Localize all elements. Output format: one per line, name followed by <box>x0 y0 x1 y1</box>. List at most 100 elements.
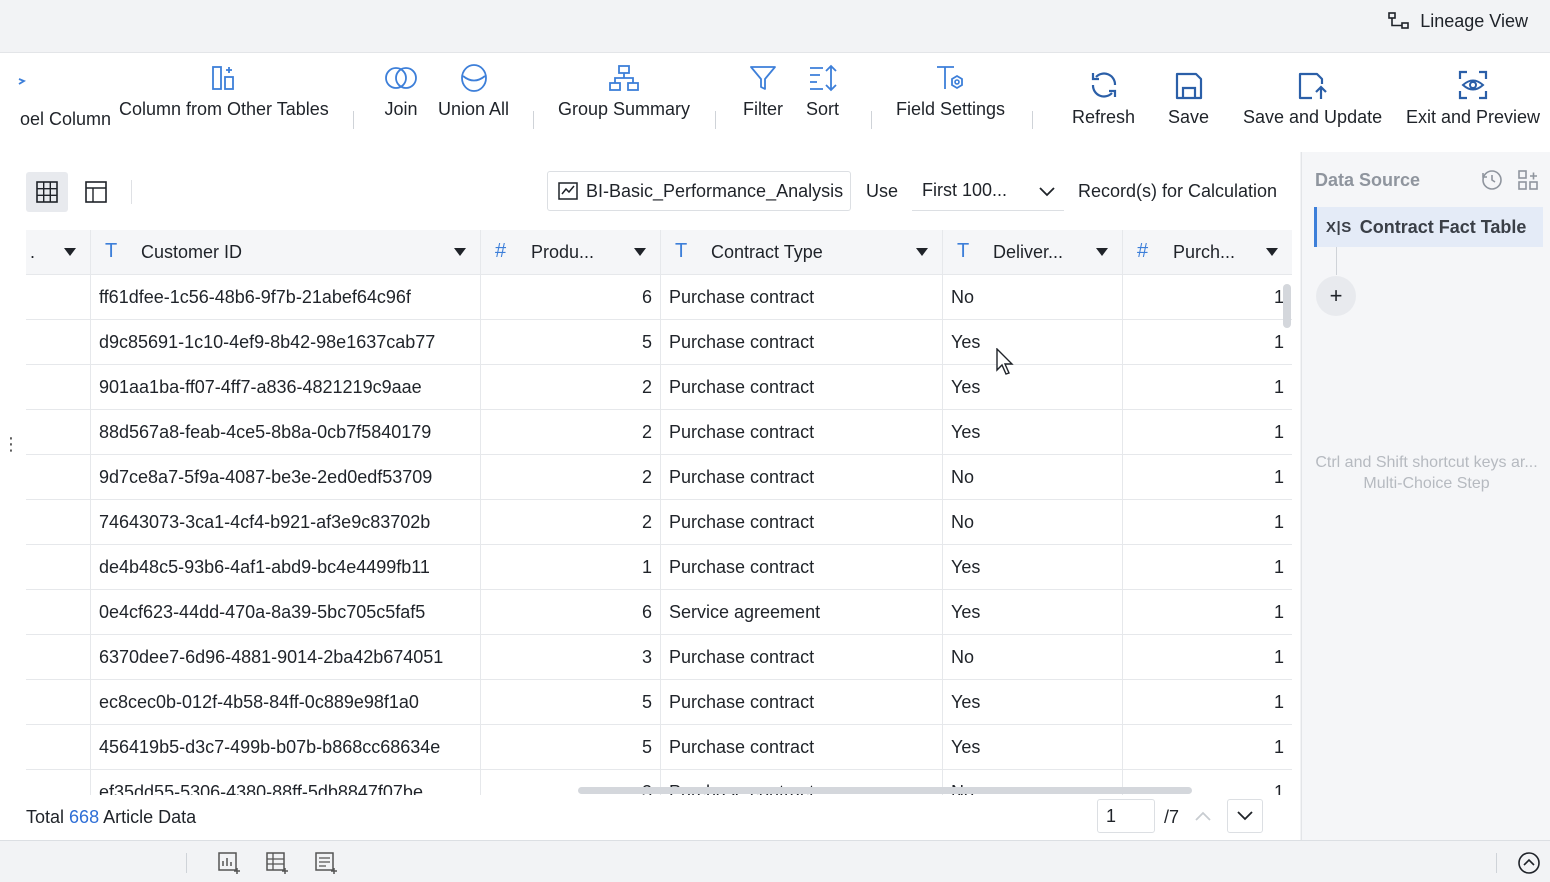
cell-partial <box>26 545 91 590</box>
excel-source-icon: X|S <box>1326 218 1352 236</box>
table-row[interactable]: 901aa1ba-ff07-4ff7-a836-4821219c9aae 2 Pur… <box>26 365 1292 410</box>
data-table: . T Customer ID # Produ... T Contract Ty… <box>26 230 1292 795</box>
history-icon[interactable] <box>1480 168 1504 192</box>
cell-customer-id: 88d567a8-feab-4ce5-8b8a-0cb7f5840179 <box>91 410 481 455</box>
refresh-label: Refresh <box>1072 107 1136 127</box>
records-select[interactable]: First 100... <box>912 171 1064 211</box>
save-button[interactable]: Save <box>1168 71 1209 128</box>
use-label: Use <box>866 181 899 201</box>
exit-and-preview-button[interactable]: Exit and Preview <box>1406 69 1540 128</box>
save-and-update-button[interactable]: Save and Update <box>1243 71 1382 128</box>
column-menu-icon[interactable] <box>916 248 928 256</box>
collapse-up-icon[interactable] <box>1517 851 1541 875</box>
dataset-selector[interactable]: BI-Basic_Performance_Analysis <box>547 171 851 211</box>
add-report-icon[interactable] <box>314 851 338 875</box>
union-all-label: Union All <box>438 99 510 119</box>
column-header-contract-type[interactable]: T Contract Type <box>661 230 943 275</box>
cell-partial <box>26 770 91 795</box>
column-from-other-tables-icon <box>211 66 234 90</box>
table-header: . T Customer ID # Produ... T Contract Ty… <box>26 230 1292 275</box>
step-contract-fact-table[interactable]: X|S Contract Fact Table <box>1314 207 1543 247</box>
table-row[interactable]: ff61dfee-1c56-48b6-9f7b-21abef64c96f 6 Pur… <box>26 275 1292 320</box>
label-column-tool[interactable]: oel Column <box>20 109 111 130</box>
table-row[interactable]: 88d567a8-feab-4ce5-8b8a-0cb7f5840179 2 Pur… <box>26 410 1292 455</box>
cell-contract-type: Purchase contract <box>661 680 943 725</box>
table-row[interactable]: 6370dee7-6d96-4881-9014-2ba42b674051 3 Pur… <box>26 635 1292 680</box>
page-number-input[interactable]: 1 <box>1097 799 1155 833</box>
field-settings-tool[interactable]: Field Settings <box>896 63 1005 120</box>
prev-page-button[interactable] <box>1185 799 1221 833</box>
grid-view-button[interactable] <box>26 172 68 212</box>
structure-view-button[interactable] <box>75 172 117 212</box>
column-header-partial[interactable]: . <box>26 230 91 275</box>
lineage-view-button[interactable]: Lineage View <box>1388 10 1528 32</box>
horizontal-scrollbar[interactable] <box>578 787 1192 794</box>
sort-label: Sort <box>806 99 840 119</box>
text-type-icon: T <box>957 240 970 262</box>
filter-tool[interactable]: Filter <box>743 63 783 120</box>
shortcut-hint: Ctrl and Shift shortcut keys ar... Multi… <box>1315 454 1538 492</box>
cell-contract-type: Purchase contract <box>661 410 943 455</box>
column-from-other-tables-tool[interactable]: Column from Other Tables <box>119 63 329 120</box>
cell-product: 5 <box>481 725 661 770</box>
cell-customer-id: 456419b5-d3c7-499b-b07b-b868cc68634e <box>91 725 481 770</box>
vertical-scrollbar[interactable] <box>1283 284 1291 328</box>
label-column-label: oel Column <box>20 109 112 129</box>
exit-and-preview-label: Exit and Preview <box>1406 107 1541 127</box>
table-row[interactable]: 74643073-3ca1-4cf4-b921-af3e9c83702b 2 Pur… <box>26 500 1292 545</box>
save-and-update-label: Save and Update <box>1243 107 1383 127</box>
cell-partial <box>26 320 91 365</box>
column-menu-icon[interactable] <box>454 248 466 256</box>
column-menu-icon[interactable] <box>64 248 76 256</box>
refresh-icon <box>1091 72 1116 98</box>
table-row[interactable]: d9c85691-1c10-4ef9-8b42-98e1637cab77 5 Pur… <box>26 320 1292 365</box>
cell-partial <box>26 500 91 545</box>
page-total: /7 <box>1164 807 1180 827</box>
layout-switch-icon[interactable] <box>1516 168 1540 192</box>
sort-tool[interactable]: Sort <box>806 63 839 120</box>
bottom-separator <box>186 853 187 873</box>
column-header-customer-id[interactable]: T Customer ID <box>91 230 481 275</box>
cell-contract-type: Purchase contract <box>661 545 943 590</box>
table-row[interactable]: 0e4cf623-44dd-470a-8a39-5bc705c5faf5 6 Ser… <box>26 590 1292 635</box>
cell-customer-id: 901aa1ba-ff07-4ff7-a836-4821219c9aae <box>91 365 481 410</box>
table-row[interactable]: de4b48c5-93b6-4af1-abd9-bc4e4499fb11 1 Pur… <box>26 545 1292 590</box>
cell-product: 3 <box>481 635 661 680</box>
field-settings-icon <box>936 66 963 90</box>
dataset-name: BI-Basic_Performance_Analysis <box>586 180 844 201</box>
cell-customer-id: ff61dfee-1c56-48b6-9f7b-21abef64c96f <box>91 275 481 320</box>
refresh-button[interactable]: Refresh <box>1072 69 1135 128</box>
chevron-down-icon <box>1039 187 1055 197</box>
save-label: Save <box>1168 107 1210 127</box>
cell-purchase: 1 <box>1273 332 1284 352</box>
column-menu-icon[interactable] <box>1096 248 1108 256</box>
cell-purchase: 1 <box>1273 602 1284 622</box>
formula-tool-partial[interactable] <box>18 63 26 99</box>
cell-delivered: No <box>943 635 1123 680</box>
exit-and-preview-icon <box>1458 70 1488 100</box>
drag-handle-icon[interactable]: ⋮ <box>2 434 20 455</box>
cell-contract-type: Purchase contract <box>661 500 943 545</box>
cell-partial <box>26 725 91 770</box>
union-all-tool[interactable]: Union All <box>438 63 509 120</box>
column-header-delivered[interactable]: T Deliver... <box>943 230 1123 275</box>
table-row[interactable]: 456419b5-d3c7-499b-b07b-b868cc68634e 5 Pur… <box>26 725 1292 770</box>
join-tool[interactable]: Join <box>384 63 418 120</box>
toolbar-separator <box>871 111 872 129</box>
column-header-purchase[interactable]: # Purch... <box>1123 230 1292 275</box>
column-menu-icon[interactable] <box>634 248 646 256</box>
cell-customer-id: 6370dee7-6d96-4881-9014-2ba42b674051 <box>91 635 481 680</box>
next-page-button[interactable] <box>1227 799 1263 833</box>
column-menu-icon[interactable] <box>1266 248 1278 256</box>
column-header-product[interactable]: # Produ... <box>481 230 661 275</box>
table-row[interactable]: ec8cec0b-012f-4b58-84ff-0c889e98f1a0 5 Pur… <box>26 680 1292 725</box>
table-row[interactable]: 9d7ce8a7-5f9a-4087-be3e-2ed0edf53709 2 Pur… <box>26 455 1292 500</box>
add-chart-icon[interactable] <box>217 851 241 875</box>
cell-product: 2 <box>481 455 661 500</box>
add-step-button[interactable]: + <box>1316 276 1356 316</box>
column-name: Contract Type <box>711 242 823 262</box>
add-table-icon[interactable] <box>265 851 289 875</box>
top-bar: Lineage View <box>0 0 1550 52</box>
join-icon <box>385 67 417 89</box>
group-summary-tool[interactable]: Group Summary <box>558 63 690 120</box>
